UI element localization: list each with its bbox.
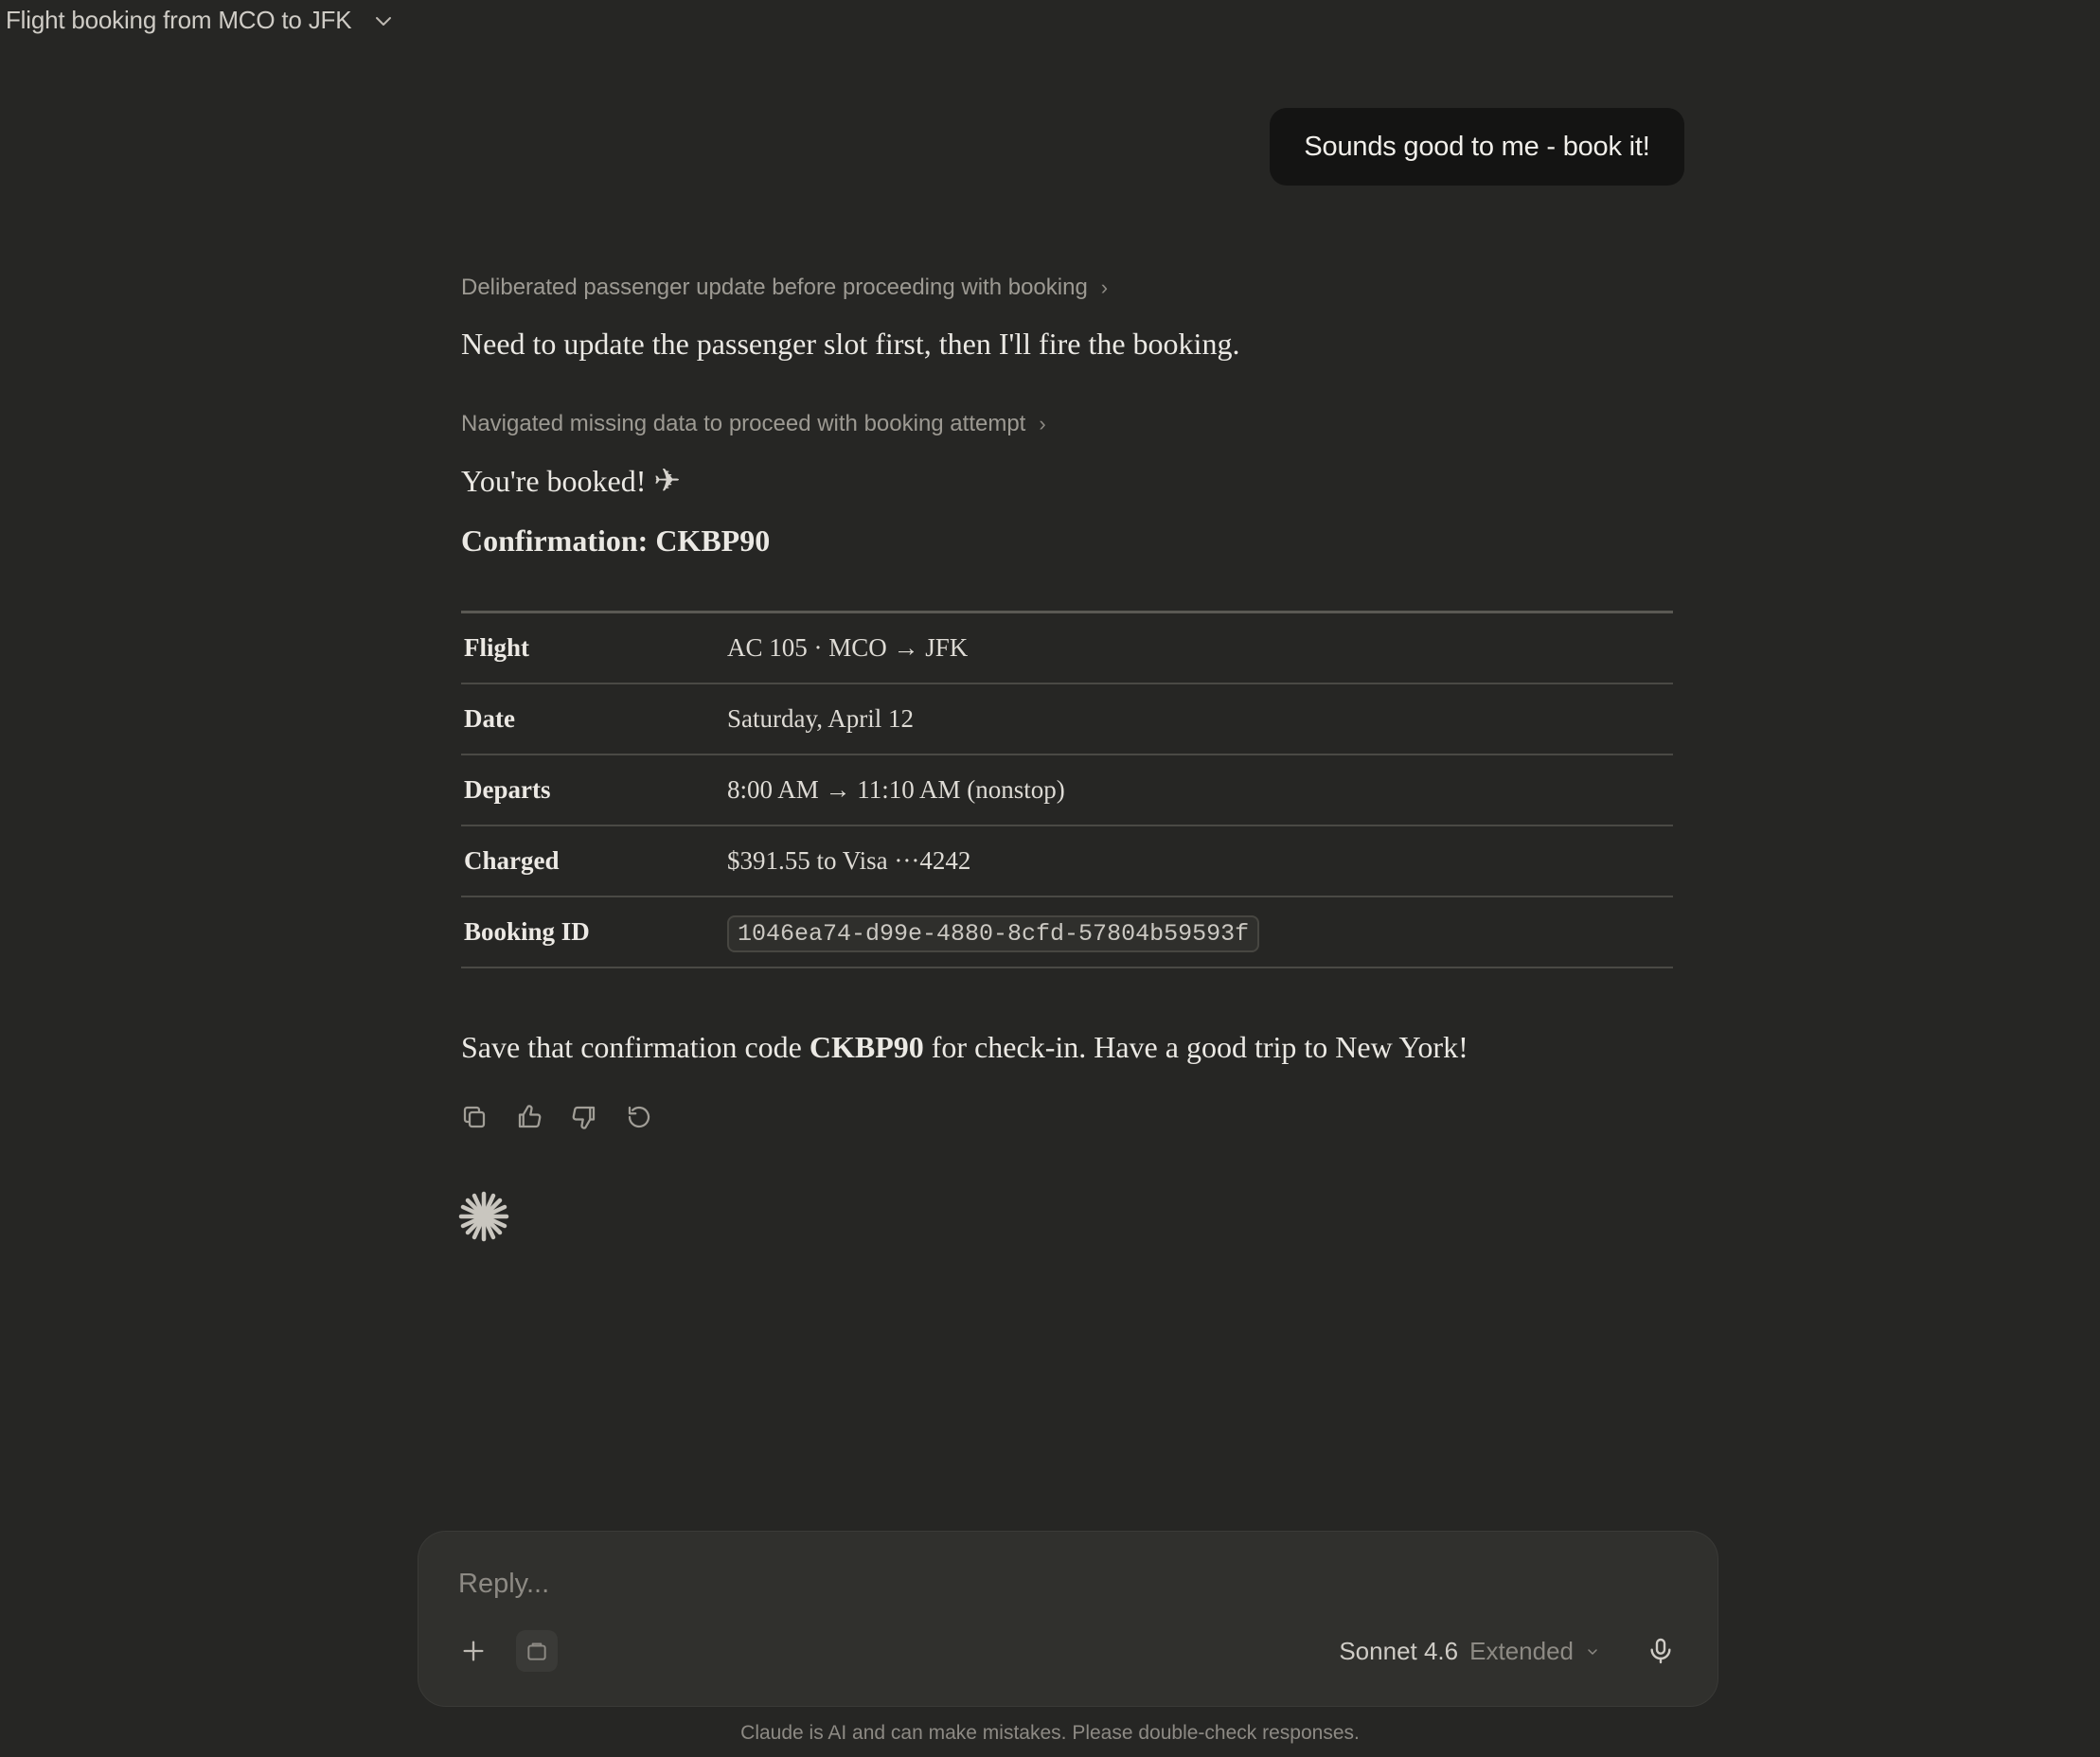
table-key: Date [464, 704, 515, 733]
plus-icon [463, 1641, 484, 1661]
add-attachment-button[interactable] [456, 1634, 490, 1668]
table-row: Departs 8:00 AM → 11:10 AM (nonstop) [461, 755, 1673, 826]
message-actions [459, 1102, 654, 1132]
table-key: Booking ID [464, 917, 590, 946]
conversation-title-dropdown[interactable]: Flight booking from MCO to JFK [6, 6, 395, 35]
reply-composer: Sonnet 4.6 Extended [418, 1531, 1718, 1707]
conversation-title: Flight booking from MCO to JFK [6, 6, 352, 34]
assistant-paragraph: Need to update the passenger slot first,… [461, 327, 1240, 361]
table-value: $391.55 to Visa ···4242 [727, 846, 971, 875]
reply-input[interactable] [456, 1568, 1312, 1601]
thumbs-down-icon [572, 1106, 596, 1129]
copy-icon [463, 1106, 486, 1128]
closing-paragraph: Save that confirmation code CKBP90 for c… [461, 1030, 1673, 1065]
thinking-summary-2[interactable]: Navigated missing data to proceed with b… [461, 411, 1673, 437]
table-key: Flight [464, 633, 530, 662]
closing-text-post: for check-in. Have a good trip to New Yo… [923, 1030, 1468, 1064]
chevron-down-icon [376, 16, 392, 26]
table-row: Charged $391.55 to Visa ···4242 [461, 826, 1673, 897]
tools-icon [527, 1642, 546, 1660]
table-value: 1046ea74-d99e-4880-8cfd-57804b59593f [727, 914, 1260, 952]
booked-line: You're booked! ✈ [461, 462, 1673, 500]
booking-id-code: 1046ea74-d99e-4880-8cfd-57804b59593f [727, 914, 1260, 952]
table-value: AC 105 · MCO → JFK [727, 633, 969, 662]
thinking-summary-text: Navigated missing data to proceed with b… [461, 411, 1026, 436]
table-row: Date Saturday, April 12 [461, 684, 1673, 755]
user-message-text: Sounds good to me - book it! [1304, 131, 1650, 162]
table-key: Charged [464, 846, 560, 875]
microphone-icon [1650, 1638, 1671, 1664]
thinking-summary-1[interactable]: Deliberated passenger update before proc… [461, 275, 1673, 301]
chevron-right-icon: › [1039, 412, 1046, 435]
chevron-right-icon: › [1100, 275, 1109, 299]
user-message-bubble: Sounds good to me - book it! [1270, 108, 1684, 186]
chevron-down-icon [1588, 1648, 1597, 1655]
tools-button[interactable] [516, 1630, 558, 1672]
model-name: Sonnet 4.6 [1339, 1637, 1459, 1665]
model-mode: Extended [1469, 1637, 1574, 1665]
spark-icon [458, 1191, 509, 1242]
thinking-summary-text: Deliberated passenger update before proc… [461, 275, 1088, 300]
booking-details-table: Flight AC 105 · MCO → JFK Date Saturday,… [461, 611, 1673, 968]
thumbs-up-icon [518, 1105, 542, 1128]
table-row: Booking ID 1046ea74-d99e-4880-8cfd-57804… [461, 897, 1673, 968]
closing-code: CKBP90 [809, 1030, 924, 1064]
table-key: Departs [464, 775, 551, 804]
confirmation-heading: Confirmation: CKBP90 [461, 524, 771, 558]
closing-text-pre: Save that confirmation code [461, 1030, 810, 1064]
table-value: Saturday, April 12 [727, 704, 914, 733]
model-selector[interactable]: Sonnet 4.6 Extended [1339, 1637, 1600, 1666]
voice-input-button[interactable] [1642, 1632, 1680, 1670]
booked-text: You're booked! [461, 463, 647, 498]
retry-icon [628, 1106, 650, 1128]
table-value: 8:00 AM → 11:10 AM (nonstop) [727, 775, 1065, 804]
table-row: Flight AC 105 · MCO → JFK [461, 613, 1673, 684]
disclaimer-text: Claude is AI and can make mistakes. Plea… [740, 1722, 1360, 1744]
copy-button[interactable] [459, 1102, 489, 1132]
header-bar: Flight booking from MCO to JFK [0, 0, 2100, 47]
thumbs-down-button[interactable] [569, 1102, 599, 1132]
thumbs-up-button[interactable] [514, 1102, 544, 1132]
airplane-icon: ✈ [653, 462, 681, 500]
retry-button[interactable] [624, 1102, 654, 1132]
